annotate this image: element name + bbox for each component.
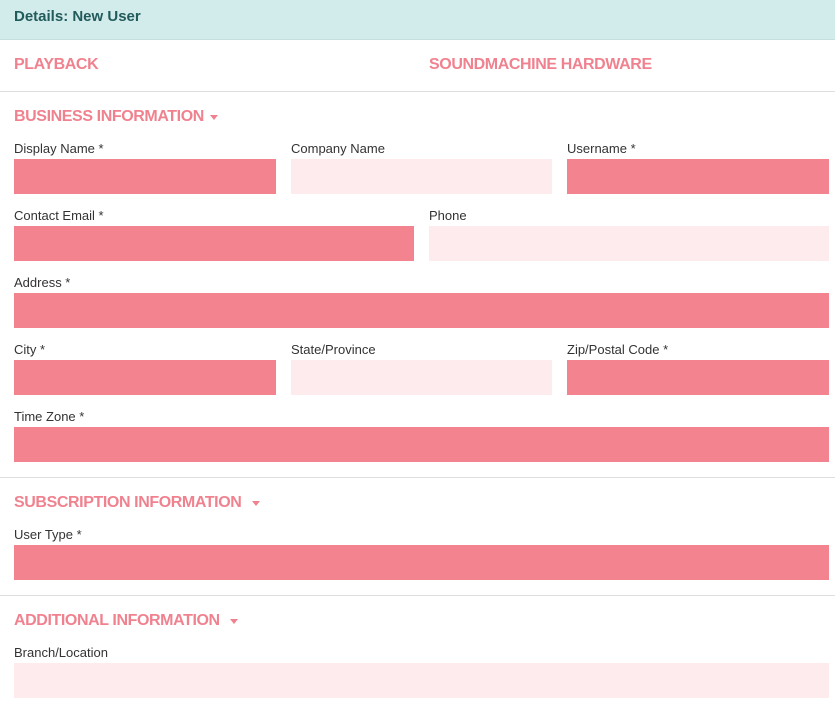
branch-location-label: Branch/Location <box>14 645 108 660</box>
username-input[interactable] <box>567 159 829 194</box>
time-zone-select[interactable] <box>14 427 829 462</box>
contact-email-input[interactable] <box>14 226 414 261</box>
time-zone-label: Time Zone * <box>14 409 85 424</box>
additional-information-toggle[interactable]: ADDITIONAL INFORMATION <box>14 612 238 630</box>
subscription-information-title: SUBSCRIPTION INFORMATION <box>14 494 242 511</box>
zip-postal-code-input[interactable] <box>567 360 829 395</box>
additional-information-title: ADDITIONAL INFORMATION <box>14 612 220 629</box>
phone-label: Phone <box>429 208 467 223</box>
divider <box>0 91 835 92</box>
page-title: Details: New User <box>14 8 141 25</box>
city-input[interactable] <box>14 360 276 395</box>
company-name-label: Company Name <box>291 141 385 156</box>
divider <box>0 477 835 478</box>
business-information-title: BUSINESS INFORMATION <box>14 108 204 125</box>
caret-down-icon <box>209 114 218 120</box>
display-name-label: Display Name * <box>14 141 104 156</box>
company-name-input[interactable] <box>291 159 552 194</box>
branch-location-input[interactable] <box>14 663 829 698</box>
contact-email-label: Contact Email * <box>14 208 104 223</box>
top-nav: PLAYBACK SOUNDMACHINE HARDWARE <box>0 56 835 78</box>
address-label: Address * <box>14 275 71 290</box>
playback-link[interactable]: PLAYBACK <box>14 56 99 74</box>
city-label: City * <box>14 342 46 357</box>
subscription-information-toggle[interactable]: SUBSCRIPTION INFORMATION <box>14 494 261 512</box>
display-name-input[interactable] <box>14 159 276 194</box>
user-type-select[interactable] <box>14 545 829 580</box>
divider <box>0 595 835 596</box>
state-province-input[interactable] <box>291 360 552 395</box>
soundmachine-hardware-link[interactable]: SOUNDMACHINE HARDWARE <box>429 56 652 74</box>
details-header: Details: New User <box>0 0 835 40</box>
state-province-label: State/Province <box>291 342 376 357</box>
business-information-toggle[interactable]: BUSINESS INFORMATION <box>14 108 218 126</box>
zip-postal-code-label: Zip/Postal Code * <box>567 342 669 357</box>
caret-down-icon <box>229 618 238 624</box>
user-type-label: User Type * <box>14 527 82 542</box>
address-input[interactable] <box>14 293 829 328</box>
phone-input[interactable] <box>429 226 829 261</box>
username-label: Username * <box>567 141 636 156</box>
caret-down-icon <box>252 500 261 506</box>
